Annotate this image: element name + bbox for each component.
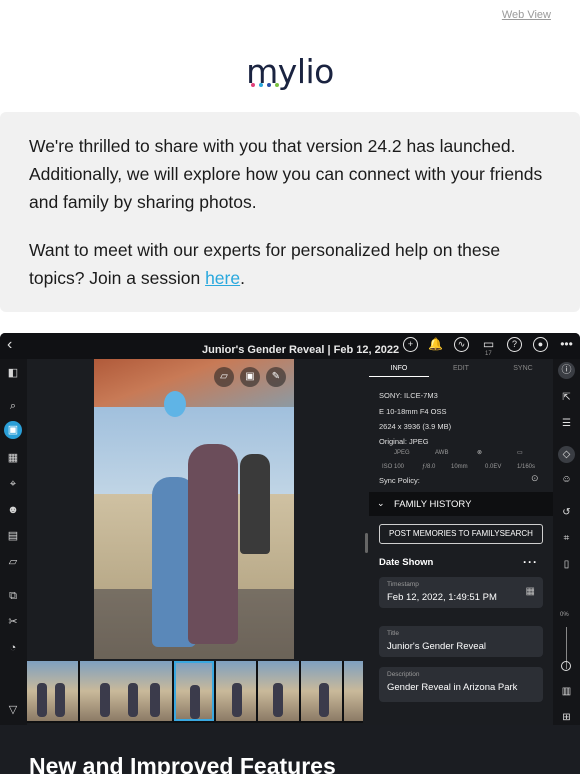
camera-model: SONY: ILCE-7M3 [379,391,438,400]
thumbnail[interactable] [216,661,256,721]
focal-length: 10mm [451,464,468,470]
description-field[interactable]: Description Gender Reveal in Arizona Par… [379,667,543,702]
thumbnail[interactable] [258,661,299,721]
folder-icon[interactable]: ▱ [5,555,21,569]
app-topbar: ‹ Junior's Gender Reveal | Feb 12, 2022 … [0,333,580,359]
session-link[interactable]: here [205,268,240,288]
metering-icon: ▭ [517,450,523,456]
dimensions: 2624 x 3936 (3.9 MB) [379,422,452,431]
family-history-label: FAMILY HISTORY [394,499,472,510]
sync-policy-icon[interactable]: ⊙ [531,473,539,484]
share-icon[interactable]: ⇱ [558,389,575,406]
zoom-percent: 0% [560,612,569,618]
flash-icon: ⊗ [477,450,483,456]
back-icon[interactable]: ‹ [7,336,12,354]
people-icon[interactable]: ☻ [5,503,21,517]
panel-toggle-icon[interactable]: ◧ [5,366,21,380]
folder-icon[interactable]: ▱ [214,367,234,387]
trash-icon[interactable]: ▯ [558,556,575,573]
family-history-header[interactable]: ⌄ FAMILY HISTORY [369,492,553,516]
image-edit-icon[interactable]: ▣ [240,367,260,387]
adjust-icon[interactable]: ☰ [558,415,575,432]
app-screenshot: ‹ Junior's Gender Reveal | Feb 12, 2022 … [0,333,580,725]
tab-edit[interactable]: EDIT [431,365,491,372]
scrollbar[interactable] [365,533,368,553]
web-view-link[interactable]: Web View [502,9,551,21]
aperture: ƒ/8.0 [422,464,436,470]
account-icon[interactable]: ● [533,337,548,352]
face-icon[interactable]: ☺ [558,471,575,488]
features-section: New and Improved Features [0,725,580,779]
timestamp-field[interactable]: Timestamp Feb 12, 2022, 1:49:51 PM ▦ [379,577,543,608]
copy-icon[interactable]: ⧉ [5,589,21,603]
logo-dots [251,83,279,87]
photo-title: Junior's Gender Reveal | Feb 12, 2022 [202,344,400,356]
date-shown-heading: Date Shown [379,557,434,568]
thumbnail[interactable] [301,661,342,721]
intro-paragraph: We're thrilled to share with you that ve… [29,136,543,212]
main-photo[interactable]: ▱ ▣ ✎ [94,359,294,659]
right-sidebar: ⓘ ⇱ ☰ ◇ ☺ ↺ ⌗ ▯ 0% ▥ ⊞ [553,359,580,725]
export-icon[interactable]: ⊞ [558,709,575,725]
bell-icon[interactable]: 🔔 [428,337,443,352]
rotate-icon[interactable]: ↺ [558,504,575,521]
tab-sync[interactable]: SYNC [493,365,553,372]
field-value: Gender Reveal in Arizona Park [387,682,518,693]
panel-tabs: INFO EDIT SYNC [369,365,553,381]
pen-icon[interactable]: ✎ [266,367,286,387]
info-icon[interactable]: ⓘ [558,362,575,379]
person [188,444,238,644]
book-icon[interactable]: ▥ [558,683,575,700]
devices-icon[interactable]: ▭ [481,337,496,352]
iso: ISO 100 [382,464,405,470]
more-options-icon[interactable]: ··· [523,555,538,569]
format-value: JPEG [394,450,410,456]
calendar-icon[interactable]: ▦ [526,586,535,597]
crop-icon[interactable]: ⌗ [558,530,575,547]
dashboard-icon[interactable]: ◔ [5,641,21,655]
thumbnail[interactable] [27,661,78,721]
shutter-speed: 1/160s [517,464,536,470]
field-label: Title [387,630,400,637]
original-format: Original: JPEG [379,437,429,446]
intro-box: We're thrilled to share with you that ve… [0,112,580,312]
tab-info[interactable]: INFO [369,365,429,377]
thumbnail-selected[interactable] [174,661,214,721]
sync-policy-label: Sync Policy: [379,476,420,485]
devices-badge: 17 [485,351,492,357]
field-value: Junior's Gender Reveal [387,641,486,652]
add-icon[interactable]: + [403,337,418,352]
field-label: Timestamp [387,581,419,588]
tools-icon[interactable]: ✂ [5,615,21,629]
mylio-logo: mylio [246,52,334,91]
white-balance: AWB [435,450,449,456]
zoom-slider-knob[interactable] [561,661,571,671]
map-pin-icon[interactable]: ⌖ [5,477,21,491]
thumbnail-strip [27,661,363,723]
thumbnail[interactable] [80,661,172,721]
title-field[interactable]: Title Junior's Gender Reveal [379,626,543,657]
filter-icon[interactable]: ▽ [5,703,21,717]
balloon [164,391,186,417]
info-panel: INFO EDIT SYNC SONY: ILCE-7M3 E 10-18mm … [369,359,553,725]
field-value: Feb 12, 2022, 1:49:51 PM [387,592,497,603]
features-heading: New and Improved Features [29,753,336,779]
chevron-down-icon: ⌄ [377,498,385,508]
albums-icon[interactable]: ▤ [5,529,21,543]
more-icon[interactable]: ••• [559,337,574,352]
person [240,454,270,554]
activity-icon[interactable]: ∿ [454,337,469,352]
thumbnail[interactable] [344,661,363,721]
lens: E 10-18mm F4 OSS [379,407,447,416]
left-sidebar: ◧ ⌕ ▣ ▦ ⌖ ☻ ▤ ▱ ⧉ ✂ ◔ ▽ [0,359,27,725]
session-paragraph: Want to meet with our experts for person… [29,240,501,288]
calendar-icon[interactable]: ▦ [5,451,21,465]
help-icon[interactable]: ? [507,337,522,352]
search-icon[interactable]: ⌕ [5,399,21,413]
field-label: Description [387,671,420,678]
photos-icon[interactable]: ▣ [4,421,22,439]
exposure-value: 0.0EV [485,464,502,470]
tag-icon[interactable]: ◇ [558,446,575,463]
post-memories-button[interactable]: POST MEMORIES TO FAMILYSEARCH [379,524,543,544]
